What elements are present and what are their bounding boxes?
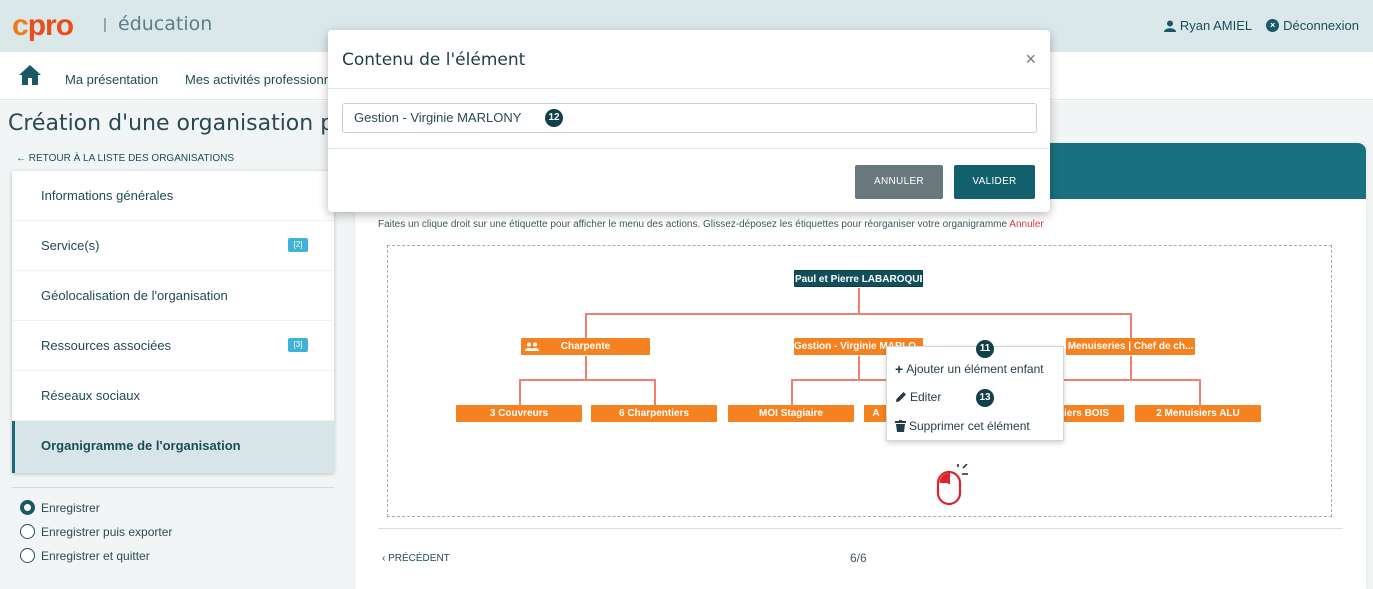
connector-line bbox=[791, 379, 891, 381]
divider bbox=[328, 148, 1050, 149]
home-icon[interactable] bbox=[18, 64, 42, 86]
sidebar-item-org-chart[interactable]: Organigramme de l'organisation bbox=[12, 421, 334, 473]
close-circle-icon: × bbox=[1266, 19, 1280, 32]
user-menu[interactable]: Ryan AMIEL bbox=[1163, 18, 1253, 33]
connector-line bbox=[858, 288, 860, 314]
context-menu: + Ajouter un élément enfant Editer Suppr… bbox=[886, 340, 1064, 441]
radio-save-quit[interactable]: Enregistrer et quitter bbox=[20, 548, 150, 563]
pencil-icon bbox=[896, 392, 906, 402]
org-node-charpentiers[interactable]: 6 Charpentiers bbox=[591, 405, 717, 422]
logo-separator: | bbox=[103, 16, 107, 33]
mouse-click-icon bbox=[936, 464, 968, 506]
org-node-root[interactable]: Paul et Pierre LABAROQUE bbox=[794, 270, 923, 287]
close-icon[interactable]: × bbox=[1025, 50, 1036, 68]
plus-icon: + bbox=[895, 361, 904, 377]
element-content-modal: Contenu de l'élément × Gestion - Virgini… bbox=[328, 30, 1050, 212]
divider bbox=[12, 487, 334, 488]
trash-icon bbox=[895, 420, 906, 432]
team-icon bbox=[525, 342, 539, 351]
sidebar-item-geolocation[interactable]: Géolocalisation de l'organisation bbox=[12, 271, 334, 321]
element-name-input[interactable]: Gestion - Virginie MARLONY 12 bbox=[342, 103, 1037, 133]
menu-item-label: Editer bbox=[910, 390, 942, 404]
org-node-couvreurs[interactable]: 3 Couvreurs bbox=[456, 405, 582, 422]
step-badge: 13 bbox=[976, 389, 994, 407]
radio-save-export[interactable]: Enregistrer puis exporter bbox=[20, 524, 172, 539]
sidebar-item-label: Géolocalisation de l'organisation bbox=[41, 288, 228, 303]
connector-line bbox=[585, 356, 587, 380]
connector-line bbox=[1199, 379, 1201, 405]
logout-link[interactable]: × Déconnexion bbox=[1266, 18, 1359, 33]
org-node-charpente[interactable]: Charpente bbox=[521, 338, 650, 355]
step-badge: 12 bbox=[545, 109, 563, 127]
menu-item-delete[interactable]: Supprimer cet élément bbox=[895, 419, 1030, 433]
logout-label: Déconnexion bbox=[1283, 18, 1359, 33]
org-chart-area: Paul et Pierre LABAROQUE Charpente Gesti… bbox=[387, 245, 1332, 517]
sidebar-item-label: Service(s) bbox=[41, 238, 100, 253]
radio-checked-icon[interactable] bbox=[20, 500, 35, 515]
logo-letters-pro: pro bbox=[27, 9, 74, 42]
input-value: Gestion - Virginie MARLONY bbox=[354, 110, 522, 125]
node-label: Charpente bbox=[560, 341, 611, 352]
sidebar-item-social[interactable]: Réseaux sociaux bbox=[12, 371, 334, 421]
cancel-button[interactable]: ANNULER bbox=[855, 165, 943, 199]
radio-unchecked-icon[interactable] bbox=[20, 548, 35, 563]
radio-save[interactable]: Enregistrer bbox=[20, 500, 100, 515]
sidebar: Informations générales Service(s) [2] Gé… bbox=[12, 171, 334, 473]
page-indicator: 6/6 bbox=[850, 551, 867, 565]
org-node-stagiaire[interactable]: MOI Stagiaire bbox=[728, 405, 854, 422]
radio-label: Enregistrer et quitter bbox=[41, 548, 150, 563]
sidebar-item-services[interactable]: Service(s) [2] bbox=[12, 221, 334, 271]
divider bbox=[378, 528, 1343, 529]
step-badge: 11 bbox=[976, 340, 994, 358]
user-icon bbox=[1163, 20, 1176, 32]
modal-title: Contenu de l'élément bbox=[342, 50, 526, 70]
logo-letter-c: c bbox=[12, 9, 29, 42]
connector-line bbox=[1130, 313, 1132, 339]
sidebar-item-label: Organigramme de l'organisation bbox=[41, 438, 241, 453]
user-area: Ryan AMIEL × Déconnexion bbox=[1163, 18, 1359, 33]
count-badge: [2] bbox=[288, 238, 308, 252]
radio-label: Enregistrer bbox=[41, 500, 100, 515]
menu-item-label: Ajouter un élément enfant bbox=[906, 362, 1044, 376]
connector-line bbox=[519, 379, 521, 405]
org-node-menuisiers-bois[interactable]: iers BOIS bbox=[1064, 405, 1124, 422]
sidebar-item-label: Informations générales bbox=[41, 188, 174, 203]
org-node-partial[interactable]: A bbox=[864, 405, 888, 422]
connector-line bbox=[519, 379, 656, 381]
cancel-link[interactable]: Annuler bbox=[1009, 219, 1043, 230]
connector-line bbox=[585, 313, 1132, 315]
instruction-label: Faites un clique droit sur une étiquette… bbox=[378, 219, 1008, 230]
connector-line bbox=[1064, 379, 1201, 381]
org-node-menuisiers-alu[interactable]: 2 Menuisiers ALU bbox=[1135, 405, 1261, 422]
connector-line bbox=[858, 356, 860, 380]
previous-button[interactable]: ‹ PRÉCÉDENT bbox=[382, 553, 450, 564]
divider bbox=[328, 88, 1050, 89]
back-to-list-link[interactable]: ← RETOUR À LA LISTE DES ORGANISATIONS bbox=[16, 153, 234, 164]
instruction-text: Faites un clique droit sur une étiquette… bbox=[378, 219, 1044, 230]
connector-line bbox=[791, 379, 793, 405]
sidebar-item-general-info[interactable]: Informations générales bbox=[12, 171, 334, 221]
cpro-logo[interactable]: cpro bbox=[12, 9, 74, 43]
connector-line bbox=[654, 379, 656, 405]
sidebar-item-label: Réseaux sociaux bbox=[41, 388, 140, 403]
menu-item-edit[interactable]: Editer bbox=[895, 390, 941, 404]
menu-item-add-child[interactable]: + Ajouter un élément enfant bbox=[895, 361, 1044, 377]
count-badge: [3] bbox=[288, 338, 308, 352]
sidebar-item-label: Ressources associées bbox=[41, 338, 172, 353]
nav-item-presentation[interactable]: Ma présentation bbox=[65, 72, 158, 87]
user-name: Ryan AMIEL bbox=[1179, 18, 1253, 33]
menu-item-label: Supprimer cet élément bbox=[909, 419, 1030, 433]
radio-unchecked-icon[interactable] bbox=[20, 524, 35, 539]
org-node-menuiseries[interactable]: Menuiseries | Chef de ch... bbox=[1066, 338, 1195, 355]
sidebar-item-resources[interactable]: Ressources associées [3] bbox=[12, 321, 334, 371]
connector-line bbox=[585, 313, 587, 339]
validate-button[interactable]: VALIDER bbox=[954, 165, 1035, 199]
radio-label: Enregistrer puis exporter bbox=[41, 524, 173, 539]
product-name: éducation bbox=[118, 13, 213, 35]
connector-line bbox=[1130, 356, 1132, 380]
